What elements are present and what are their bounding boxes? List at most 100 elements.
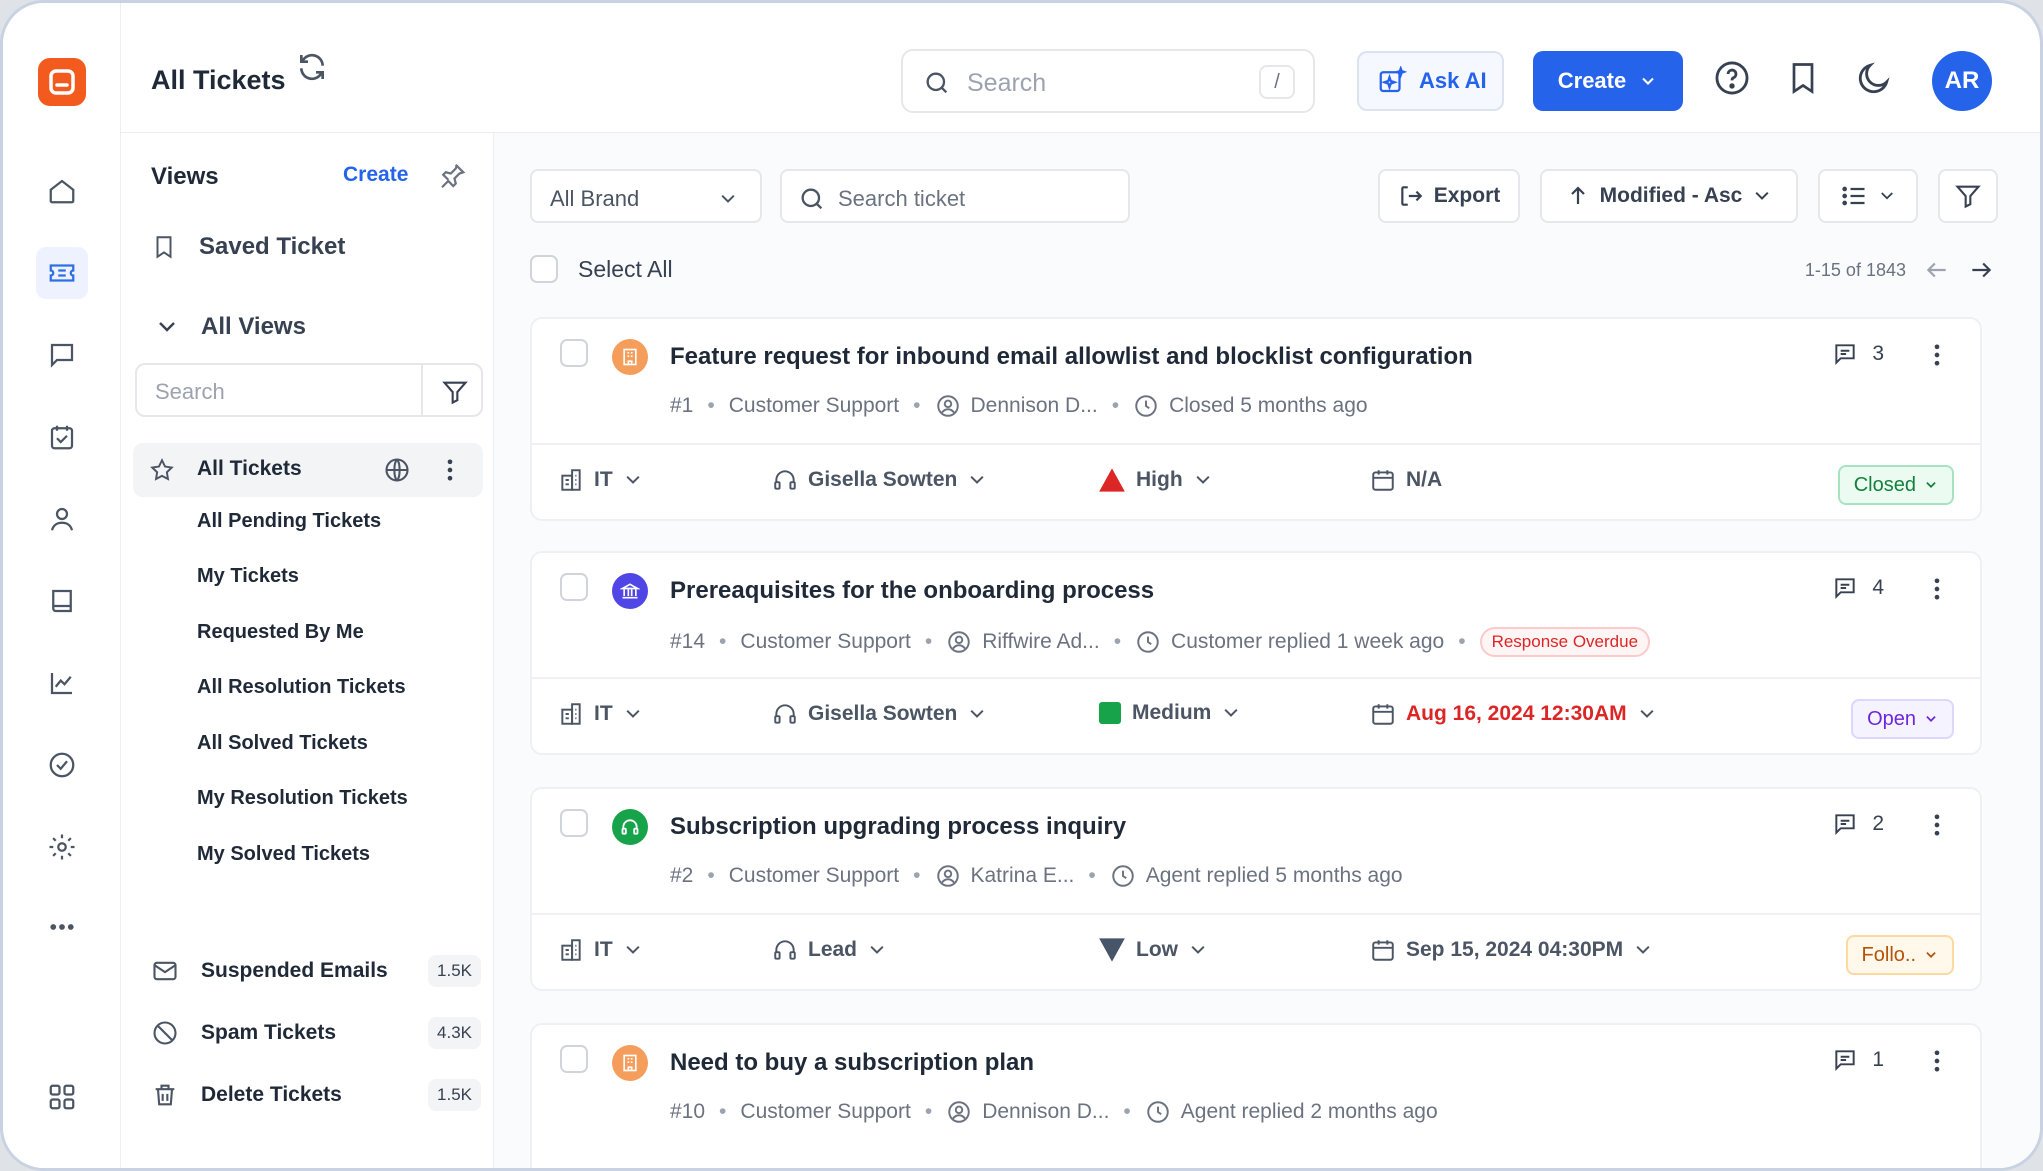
- help-icon[interactable]: [1713, 59, 1751, 97]
- layout-dropdown[interactable]: [1818, 169, 1918, 223]
- ticket-comments[interactable]: 4: [1832, 575, 1884, 601]
- saved-ticket-item[interactable]: Saved Ticket: [151, 233, 345, 261]
- suspended-emails-item[interactable]: Suspended Emails 1.5K: [151, 955, 481, 987]
- agent-value: Lead: [808, 938, 858, 961]
- more-horizontal-icon[interactable]: [36, 901, 88, 953]
- agent-select[interactable]: Gisella Sowten: [772, 467, 987, 493]
- view-item-my-solved-tickets[interactable]: My Solved Tickets: [197, 843, 370, 866]
- all-views-toggle[interactable]: All Views: [155, 313, 306, 341]
- more-vertical-icon[interactable]: [1930, 341, 1944, 369]
- due-date[interactable]: Sep 15, 2024 04:30PM: [1370, 937, 1653, 963]
- priority-value: Medium: [1132, 701, 1212, 724]
- export-button[interactable]: Export: [1378, 169, 1520, 223]
- ticket-requester: Dennison D...: [982, 1100, 1110, 1123]
- ticket-card[interactable]: Prereaquisites for the onboarding proces…: [530, 551, 1982, 755]
- ask-ai-button[interactable]: Ask AI: [1357, 51, 1504, 111]
- ticket-checkbox[interactable]: [560, 1045, 588, 1073]
- dark-mode-moon-icon[interactable]: [1855, 59, 1893, 97]
- delete-tickets-item[interactable]: Delete Tickets 1.5K: [151, 1079, 481, 1111]
- view-item-all-solved-tickets[interactable]: All Solved Tickets: [197, 732, 368, 755]
- ticket-card[interactable]: Need to buy a subscription plan #10 • Cus…: [530, 1023, 1982, 1168]
- view-item-my-resolution-tickets[interactable]: My Resolution Tickets: [197, 787, 408, 810]
- ticket-comments[interactable]: 2: [1832, 811, 1884, 837]
- ticket-activity: Agent replied 2 months ago: [1180, 1100, 1438, 1123]
- page-title: All Tickets: [151, 65, 286, 95]
- filter-icon[interactable]: [441, 378, 469, 406]
- chat-icon[interactable]: [36, 329, 88, 381]
- ticket-card[interactable]: Subscription upgrading process inquiry #…: [530, 787, 1982, 991]
- view-item-all-resolution-tickets[interactable]: All Resolution Tickets: [197, 676, 406, 699]
- refresh-icon[interactable]: [296, 51, 328, 83]
- create-button[interactable]: Create: [1533, 51, 1683, 111]
- tickets-icon[interactable]: [36, 247, 88, 299]
- list-icon: [1842, 186, 1865, 206]
- user-avatar[interactable]: AR: [1932, 51, 1992, 111]
- agent-select[interactable]: Lead: [772, 937, 887, 963]
- ticket-comments[interactable]: 1: [1832, 1047, 1884, 1073]
- select-all-checkbox[interactable]: [530, 255, 558, 283]
- arrow-left-icon[interactable]: [1924, 257, 1950, 283]
- due-date[interactable]: Aug 16, 2024 12:30AM: [1370, 701, 1657, 727]
- select-all-label: Select All: [578, 255, 673, 282]
- pin-icon[interactable]: [437, 161, 467, 191]
- ticket-title[interactable]: Prereaquisites for the onboarding proces…: [670, 577, 1154, 605]
- ticket-card[interactable]: Feature request for inbound email allowl…: [530, 317, 1982, 521]
- views-create-link[interactable]: Create: [343, 163, 408, 187]
- ticket-checkbox[interactable]: [560, 809, 588, 837]
- more-vertical-icon[interactable]: [1930, 811, 1944, 839]
- more-vertical-icon[interactable]: [1930, 1047, 1944, 1075]
- arrow-right-icon[interactable]: [1968, 257, 1994, 283]
- chevron-down-icon: [1642, 77, 1654, 85]
- brand-select[interactable]: All Brand: [530, 169, 762, 223]
- approvals-icon[interactable]: [36, 739, 88, 791]
- ticket-checkbox[interactable]: [560, 573, 588, 601]
- apps-grid-icon[interactable]: [36, 1071, 88, 1123]
- tasks-icon[interactable]: [36, 411, 88, 463]
- view-item-all-pending-tickets[interactable]: All Pending Tickets: [197, 510, 381, 533]
- global-search-input[interactable]: Search /: [901, 49, 1315, 113]
- department-select[interactable]: IT: [558, 467, 643, 493]
- ticket-meta: #1 • Customer Support • Dennison D... • Clo…: [670, 394, 1368, 417]
- contacts-icon[interactable]: [36, 493, 88, 545]
- view-item-requested-by-me[interactable]: Requested By Me: [197, 621, 364, 644]
- ticket-title[interactable]: Feature request for inbound email allowl…: [670, 343, 1473, 371]
- more-vertical-icon[interactable]: [1930, 575, 1944, 603]
- ticket-checkbox[interactable]: [560, 339, 588, 367]
- globe-icon[interactable]: [383, 456, 411, 484]
- star-icon[interactable]: [149, 457, 175, 483]
- ticket-comments[interactable]: 3: [1832, 341, 1884, 367]
- agent-select[interactable]: Gisella Sowten: [772, 701, 987, 727]
- bookmark-icon[interactable]: [1785, 59, 1821, 97]
- home-icon[interactable]: [36, 165, 88, 217]
- views-search-input[interactable]: Search: [135, 363, 483, 417]
- department-select[interactable]: IT: [558, 937, 643, 963]
- export-label: Export: [1433, 184, 1501, 207]
- status-badge[interactable]: Open: [1851, 699, 1954, 739]
- more-vertical-icon[interactable]: [443, 456, 457, 484]
- sort-dropdown[interactable]: Modified - Asc: [1540, 169, 1798, 223]
- priority-select[interactable]: Medium: [1098, 701, 1241, 725]
- ticket-activity: Agent replied 5 months ago: [1145, 864, 1403, 887]
- ticket-activity: Closed 5 months ago: [1169, 394, 1368, 417]
- priority-select[interactable]: High: [1098, 467, 1213, 493]
- comment-count: 4: [1872, 576, 1884, 599]
- view-item-my-tickets[interactable]: My Tickets: [197, 565, 299, 588]
- status-badge[interactable]: Follo..: [1845, 935, 1954, 975]
- department-select[interactable]: IT: [558, 701, 643, 727]
- arrow-up-icon: [1570, 186, 1585, 204]
- ticket-title[interactable]: Need to buy a subscription plan: [670, 1049, 1034, 1077]
- calendar-icon: [1372, 470, 1394, 491]
- app-logo-icon[interactable]: [37, 58, 86, 106]
- ticket-search-input[interactable]: Search ticket: [780, 169, 1130, 223]
- due-date[interactable]: N/A: [1370, 467, 1442, 493]
- knowledge-base-icon[interactable]: [36, 575, 88, 627]
- reports-icon[interactable]: [36, 657, 88, 709]
- all-views-label: All Views: [201, 313, 306, 340]
- filter-button[interactable]: [1938, 169, 1998, 223]
- view-item-all-tickets[interactable]: All Tickets: [133, 443, 483, 497]
- status-badge[interactable]: Closed: [1837, 465, 1954, 505]
- ticket-title[interactable]: Subscription upgrading process inquiry: [670, 813, 1126, 841]
- spam-tickets-item[interactable]: Spam Tickets 4.3K: [151, 1017, 481, 1049]
- settings-gear-icon[interactable]: [36, 821, 88, 873]
- priority-select[interactable]: Low: [1098, 937, 1208, 963]
